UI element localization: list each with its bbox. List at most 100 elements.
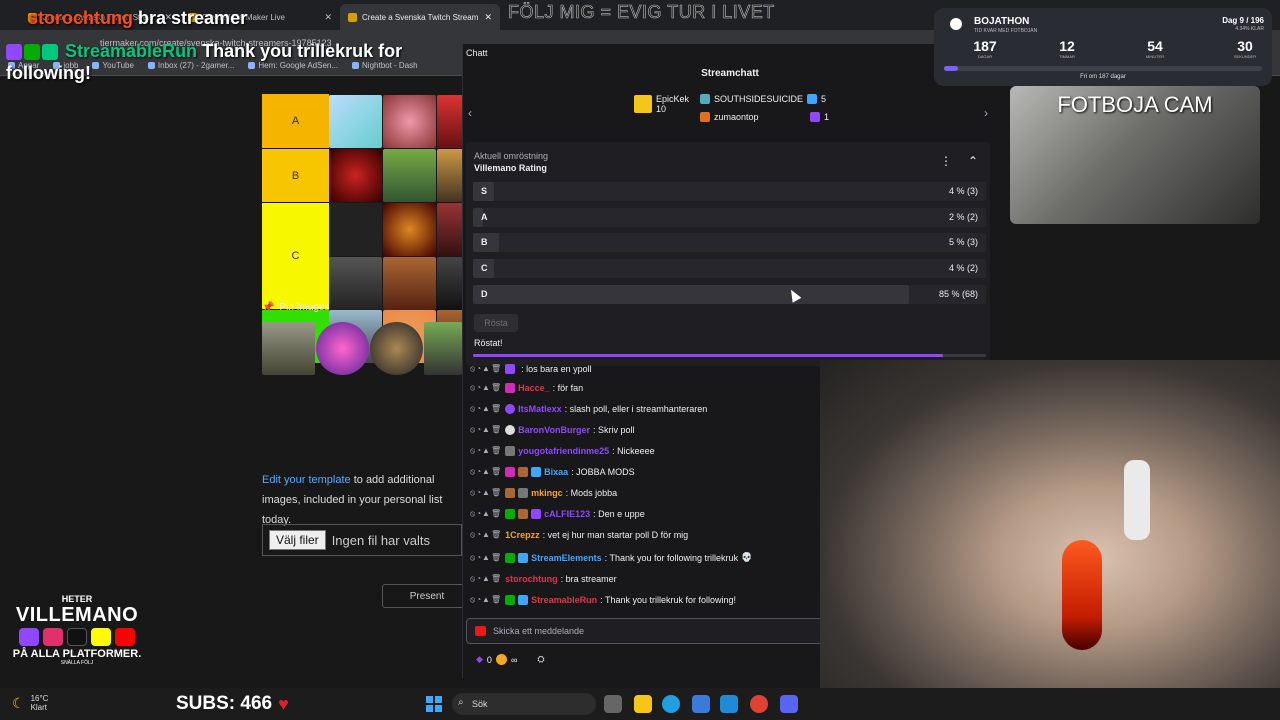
bojathon-footer: Fri om 187 dagar (1080, 74, 1126, 80)
edit-template-link[interactable]: Edit your template (262, 474, 351, 486)
file-input[interactable]: Välj filer Ingen fil har valts (262, 524, 462, 556)
gifter: SOUTHSIDESUICIDE 5 (700, 94, 826, 104)
mod-actions-icon[interactable]: ⦸◔▲🗑 (470, 467, 502, 477)
edge-icon[interactable] (662, 695, 680, 713)
task-view-icon[interactable] (604, 695, 622, 713)
badge-icon (505, 425, 516, 435)
tier-label: A (262, 94, 329, 149)
tier-image[interactable] (329, 257, 382, 310)
vote-button[interactable]: Rösta (474, 314, 518, 332)
pin-image[interactable] (262, 322, 315, 375)
tier-image[interactable] (383, 95, 436, 148)
poll-card: Aktuell omröstning Villemano Rating ⋮ ⌃ … (466, 142, 990, 366)
heart-icon: ♥ (278, 693, 289, 714)
pin-image[interactable] (316, 322, 369, 375)
bojathon-percent: 4.34% KLAR (1235, 26, 1264, 32)
mod-actions-icon[interactable]: ⦸◔▲🗑 (470, 574, 502, 584)
tier-image[interactable] (329, 203, 382, 256)
tier-image[interactable] (383, 203, 436, 256)
bojathon-title: BOJATHON (974, 16, 1030, 27)
chrome-icon[interactable] (750, 695, 768, 713)
pin-icon: 📌 (262, 302, 275, 313)
search-icon: ⌕ (458, 697, 464, 708)
tiktok-icon (67, 628, 87, 646)
twitch-icon (6, 44, 22, 61)
cam-label: FOTBOJA CAM (1057, 92, 1213, 117)
mod-actions-icon[interactable]: ⦸◔▲🗑 (470, 383, 502, 393)
record-icon (475, 626, 486, 636)
mod-actions-icon[interactable]: ⦸◔▲🗑 (470, 404, 502, 414)
present-button[interactable]: Present (382, 584, 472, 608)
badge-icon (505, 404, 516, 414)
tier-image[interactable] (383, 149, 436, 202)
instagram-icon (43, 628, 63, 646)
poll-option[interactable]: D 85 % (68) (473, 285, 986, 304)
social-overlay: HETER VILLEMANO PÅ ALLA PLATFORMER. SNÄL… (6, 594, 148, 670)
mod-actions-icon[interactable]: ⦸◔▲🗑 (470, 553, 502, 563)
gift-icon (634, 95, 652, 113)
badge-icon (518, 509, 529, 519)
mod-actions-icon[interactable]: ⦸◔▲🗑 (470, 530, 502, 540)
badge-icon (531, 509, 542, 519)
close-icon[interactable]: ✕ (484, 12, 492, 23)
more-options-icon[interactable]: ⋮ (940, 154, 952, 168)
mod-actions-icon[interactable]: ⦸◔▲🗑 (470, 364, 502, 374)
taskbar-search[interactable]: ⌕ Sök (452, 693, 596, 715)
headset (1124, 460, 1150, 540)
pin-image[interactable] (370, 322, 423, 375)
poll-option[interactable]: A2 % (2) (473, 208, 986, 227)
chevron-right-icon[interactable]: › (984, 106, 988, 120)
snapchat-icon (91, 628, 111, 646)
poll-option-bar (473, 285, 910, 304)
bot-badge-icon (42, 44, 58, 61)
tier-image[interactable] (329, 149, 382, 202)
tier-image[interactable] (329, 95, 382, 148)
badge-icon (505, 488, 516, 498)
badge-icon (531, 467, 542, 477)
pin-images (262, 322, 462, 375)
poll-title: Villemano Rating (474, 163, 547, 173)
voted-status: Röstat! (474, 338, 503, 348)
bojathon-progress-track (944, 66, 1262, 71)
badge-icon (505, 446, 516, 456)
subs-counter: SUBS: 466 ♥ (176, 693, 289, 714)
close-icon[interactable]: ✕ (324, 12, 332, 23)
mod-actions-icon[interactable]: ⦸◔▲🗑 (470, 425, 502, 435)
gifter: zumaontop (700, 112, 759, 122)
pin-image[interactable] (424, 322, 462, 375)
browser-tab-active[interactable]: Create a Svenska Twitch Stream ✕ (340, 4, 500, 30)
mod-actions-icon[interactable]: ⦸◔▲🗑 (470, 595, 502, 605)
tier-label: B (262, 149, 329, 203)
gifter: EpicKek 10 (634, 94, 689, 114)
badge-icon (518, 595, 529, 605)
counter-hours: 12 TIMMAR (1059, 38, 1075, 59)
bojathon-day: Dag 9 / 196 (1222, 16, 1264, 25)
badge-icon (518, 488, 529, 498)
badge-icon (505, 509, 516, 519)
discord-icon[interactable] (780, 695, 798, 713)
mod-actions-icon[interactable]: ⦸◔▲🗑 (470, 509, 502, 519)
counter-seconds: 30 SEKUNDER (1233, 38, 1257, 59)
windows-start-icon[interactable] (426, 696, 442, 712)
file-explorer-icon[interactable] (634, 695, 652, 713)
poll-option[interactable]: C4 % (2) (473, 259, 986, 278)
weather-widget[interactable]: ☾ 16°C Klart (12, 694, 48, 712)
tier-image[interactable] (383, 257, 436, 310)
lock-icon (950, 18, 962, 30)
poll-option[interactable]: B5 % (3) (473, 233, 986, 252)
poll-option[interactable]: S4 % (3) (473, 182, 986, 201)
choose-files-button[interactable]: Välj filer (269, 530, 326, 550)
store-icon[interactable] (692, 695, 710, 713)
chevron-up-icon[interactable]: ⌃ (968, 154, 978, 168)
badge-icon (505, 467, 516, 477)
sub-badge-icon (700, 112, 710, 122)
mod-actions-icon[interactable]: ⦸◔▲🗑 (470, 488, 502, 498)
channel-points[interactable]: ◆ 0 ∞ ⛭ (476, 654, 545, 665)
robot-icon[interactable]: ⛭ (537, 654, 544, 665)
bojathon-widget: BOJATHON TID KVAR MED FOTBOJAN Dag 9 / 1… (934, 8, 1272, 86)
mail-icon[interactable] (720, 695, 738, 713)
badge-icon (505, 595, 516, 605)
chat-title: Streamchatt (701, 68, 759, 79)
chevron-left-icon[interactable]: ‹ (468, 106, 472, 120)
mod-actions-icon[interactable]: ⦸◔▲🗑 (470, 446, 502, 456)
